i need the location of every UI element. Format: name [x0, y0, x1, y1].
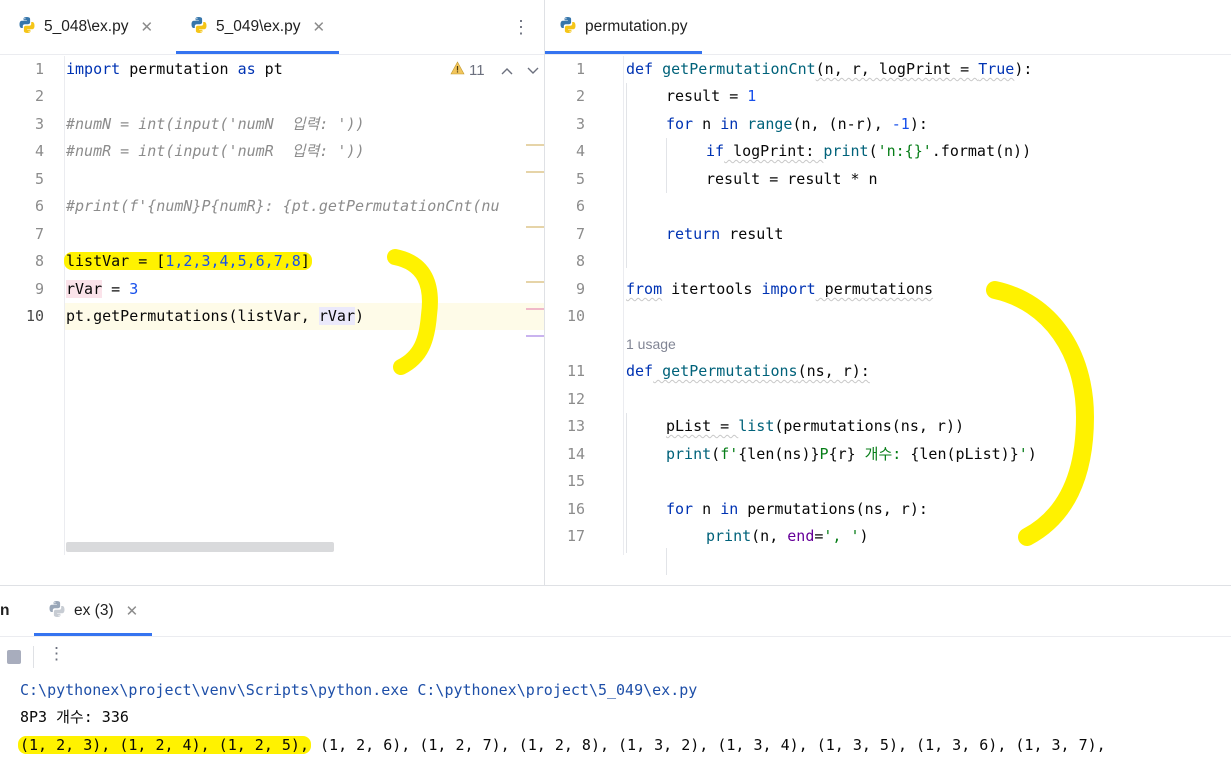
tab-5_048-ex-py[interactable]: 5_048\ex.py ✕	[18, 0, 153, 54]
tab-label: ex (3)	[74, 602, 114, 619]
code-line-1: import permutation as pt	[66, 60, 283, 78]
line-number: 2	[34, 87, 44, 105]
previous-highlight-icon[interactable]	[501, 62, 513, 79]
line-number: 6	[575, 197, 585, 215]
line-number: 7	[575, 225, 585, 243]
warning-icon	[450, 61, 465, 79]
close-tab-icon[interactable]: ✕	[312, 18, 325, 36]
highlighter-bracket-mark	[986, 281, 1095, 546]
line-number: 11	[566, 362, 585, 380]
line-number: 9	[34, 280, 44, 298]
line-number-gutter: 1 2 3 4 5 6 7 8 9 10 11 12 13 14 15 16 1…	[545, 56, 624, 555]
console-output[interactable]: C:\pythonex\project\venv\Scripts\python.…	[0, 680, 1231, 769]
close-tab-icon[interactable]: ✕	[126, 602, 139, 620]
python-file-icon	[559, 16, 577, 39]
code-line-7: return result	[666, 225, 784, 243]
left-editor-pane: 5_048\ex.py ✕ 5_049\ex.py ✕ ⋮ 1 2 3 4 5 …	[0, 0, 545, 585]
error-stripe-marker[interactable]	[526, 281, 544, 283]
right-code-editor[interactable]: 1 2 3 4 5 6 7 8 9 10 11 12 13 14 15 16 1…	[545, 56, 1231, 575]
error-stripe-marker[interactable]	[526, 308, 544, 310]
tab-label: permutation.py	[585, 18, 688, 35]
line-number: 4	[575, 142, 585, 160]
line-number: 4	[34, 142, 44, 160]
run-tab-bar: n ex (3) ✕	[0, 586, 1231, 637]
line-number: 7	[34, 225, 44, 243]
line-number: 3	[575, 115, 585, 133]
line-number: 8	[575, 252, 585, 270]
code-line-10: pt.getPermutations(listVar, rVar)	[66, 307, 365, 325]
code-line-9: from itertools import permutations	[626, 280, 934, 298]
line-number: 12	[566, 390, 585, 408]
code-line-1: def getPermutationCnt(n, r, logPrint = T…	[626, 60, 1033, 78]
line-number: 10	[566, 307, 585, 325]
more-tabs-icon[interactable]: ⋮	[512, 0, 530, 54]
python-file-icon	[48, 600, 66, 623]
error-stripe-marker[interactable]	[526, 171, 544, 173]
code-line-2: result = 1	[666, 87, 757, 105]
line-number: 2	[575, 87, 585, 105]
line-number: 1	[34, 60, 44, 78]
tab-permutation-py[interactable]: permutation.py	[545, 0, 702, 54]
line-number: 8	[34, 252, 44, 270]
toolbar-divider	[33, 646, 34, 668]
run-window-title: n	[0, 602, 10, 619]
horizontal-scrollbar[interactable]	[66, 542, 334, 552]
line-number: 5	[575, 170, 585, 188]
error-stripe-marker[interactable]	[526, 335, 544, 337]
run-toolbar: ⋮	[0, 636, 1231, 680]
line-number: 14	[566, 445, 585, 463]
code-line-9: rVar = 3	[66, 280, 139, 298]
line-number: 15	[566, 472, 585, 490]
left-tab-bar: 5_048\ex.py ✕ 5_049\ex.py ✕ ⋮	[0, 0, 544, 55]
console-result-line: (1, 2, 3), (1, 2, 4), (1, 2, 5), (1, 2, …	[18, 736, 1106, 754]
error-stripe-marker[interactable]	[526, 226, 544, 228]
tab-label: 5_048\ex.py	[44, 18, 129, 35]
line-number: 3	[34, 115, 44, 133]
line-number: 17	[566, 527, 585, 545]
usage-hint[interactable]: 1 usage	[626, 331, 676, 358]
code-line-11: def getPermutations(ns, r):	[626, 362, 870, 380]
highlighter-bracket-mark	[387, 249, 438, 375]
python-file-icon	[190, 16, 208, 39]
code-line-16: for n in permutations(ns, r):	[666, 500, 928, 518]
code-line-4: if logPrint: print('n:{}'.format(n))	[706, 142, 1032, 160]
line-number: 6	[34, 197, 44, 215]
line-number: 5	[34, 170, 44, 188]
indent-guide	[666, 548, 667, 575]
console-count-line: 8P3 개수: 336	[20, 708, 129, 726]
left-code-editor[interactable]: 1 2 3 4 5 6 7 8 9 10 import permutation …	[0, 56, 544, 555]
right-tab-bar: permutation.py	[545, 0, 1231, 55]
code-line-3: #numN = int(input('numN 입력: '))	[66, 115, 365, 133]
stop-icon[interactable]	[7, 650, 21, 664]
more-options-icon[interactable]: ⋮	[48, 644, 65, 664]
code-line-4: #numR = int(input('numR 입력: '))	[66, 142, 365, 160]
code-line-6: #print(f'{numN}P{numR}: {pt.getPermutati…	[66, 197, 500, 215]
line-number: 16	[566, 500, 585, 518]
line-number-gutter: 1 2 3 4 5 6 7 8 9 10	[0, 56, 65, 555]
line-number: 9	[575, 280, 585, 298]
right-editor-pane: permutation.py 1 2 3 4 5 6 7 8 9 10 11 1…	[545, 0, 1231, 585]
run-tool-window: n ex (3) ✕ ⋮ C:\pythonex\project\venv\Sc…	[0, 585, 1231, 769]
console-command-line: C:\pythonex\project\venv\Scripts\python.…	[20, 681, 698, 699]
code-line-5: result = result * n	[706, 170, 878, 188]
tab-5_049-ex-py[interactable]: 5_049\ex.py ✕	[176, 0, 340, 54]
line-number: 10	[25, 307, 44, 325]
close-tab-icon[interactable]: ✕	[140, 18, 153, 36]
warning-count: 11	[469, 61, 485, 79]
next-highlight-icon[interactable]	[527, 62, 539, 79]
line-number: 13	[566, 417, 585, 435]
inspection-widget[interactable]: 11	[450, 58, 539, 82]
code-line-13: pList = list(permutations(ns, r))	[666, 417, 965, 435]
error-stripe-marker[interactable]	[526, 144, 544, 146]
run-tab-ex-3[interactable]: ex (3) ✕	[34, 586, 153, 636]
code-line-8: listVar = [1,2,3,4,5,6,7,8]	[64, 252, 312, 270]
code-line-3: for n in range(n, (n-r), -1):	[666, 115, 928, 133]
tab-label: 5_049\ex.py	[216, 18, 301, 35]
line-number: 1	[575, 60, 585, 78]
python-file-icon	[18, 16, 36, 39]
code-line-17: print(n, end=', ')	[706, 527, 869, 545]
